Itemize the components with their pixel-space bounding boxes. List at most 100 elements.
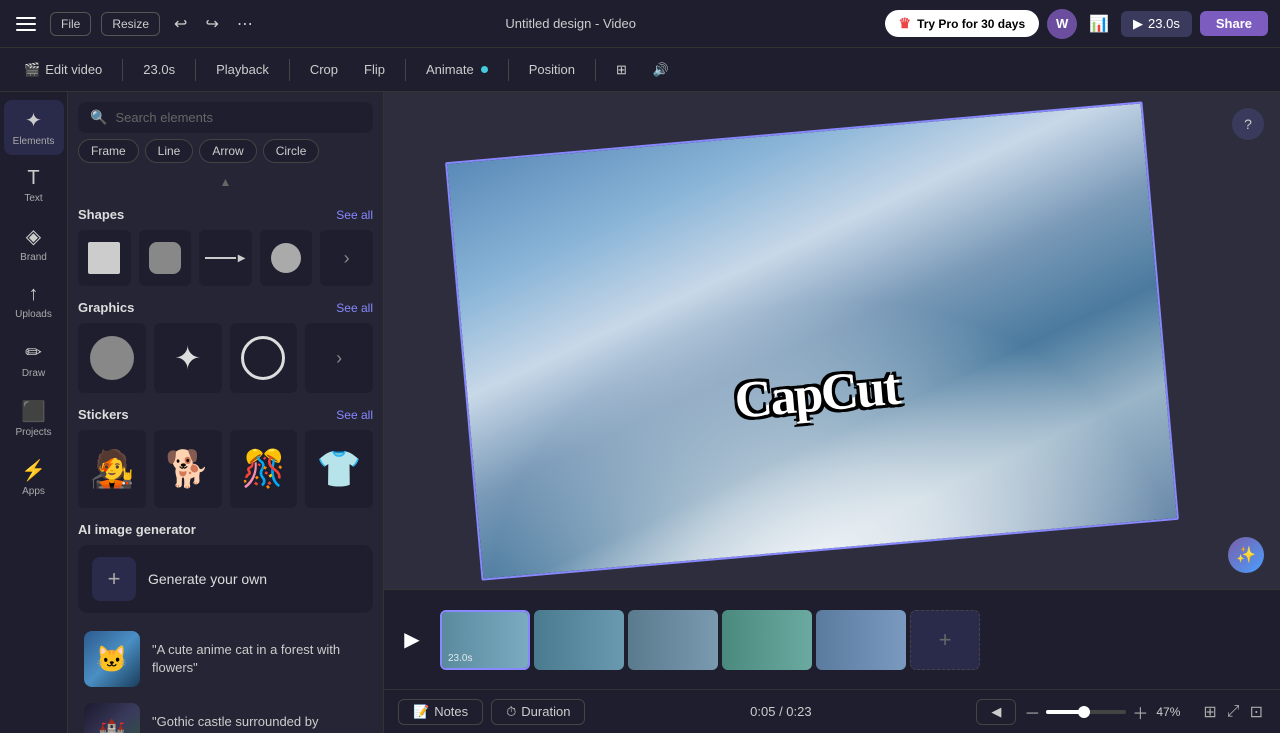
stickers-see-all[interactable]: See all — [336, 408, 373, 422]
graphics-see-all[interactable]: See all — [336, 301, 373, 315]
sidebar-item-brand[interactable]: ◈ Brand — [4, 216, 64, 271]
hide-panel-button[interactable]: ◀ — [976, 699, 1016, 725]
toolbar-divider-6 — [595, 59, 596, 81]
file-menu-button[interactable]: File — [50, 12, 91, 36]
panel-scroll-up[interactable]: ▲ — [68, 171, 383, 193]
sidebar-item-projects[interactable]: ⬛ Projects — [4, 391, 64, 446]
more-canvas-button[interactable]: ··· — [821, 101, 851, 110]
copy-button[interactable]: ⧉ — [731, 101, 756, 118]
delete-button[interactable]: 🗑 — [772, 101, 806, 115]
graphic-star[interactable]: ✦ — [154, 323, 222, 393]
search-box[interactable]: 🔍 — [78, 102, 373, 133]
zoom-slider-thumb[interactable] — [1078, 706, 1090, 718]
zoom-out-button[interactable]: － — [1024, 700, 1040, 724]
sidebar-item-draw[interactable]: ✏ Draw — [4, 332, 64, 387]
ai-example-cat[interactable]: 🐱 "A cute anime cat in a forest with flo… — [78, 623, 373, 695]
help-button[interactable]: ? — [1232, 108, 1264, 140]
shapes-see-all[interactable]: See all — [336, 208, 373, 222]
undo-button[interactable]: ↩ — [170, 10, 191, 38]
timeline-play-button[interactable]: ▶ — [394, 622, 430, 658]
shape-circle-item[interactable] — [260, 230, 313, 286]
graphic-more[interactable]: › — [305, 323, 373, 393]
graphics-section-header: Graphics See all — [78, 300, 373, 315]
filter-frame[interactable]: Frame — [78, 139, 139, 163]
edit-video-button[interactable]: 🎬 Edit video — [14, 57, 112, 83]
track-segment-3[interactable] — [628, 610, 718, 670]
track-segment-5[interactable] — [816, 610, 906, 670]
graphic-circle-outline[interactable] — [230, 323, 298, 393]
canvas-viewport[interactable]: CapCut ⧉ 🗑 ··· ? ✨ — [384, 92, 1280, 589]
zoom-controls: － ＋ — [1024, 700, 1148, 724]
more-options-button[interactable]: ⋯ — [233, 10, 257, 38]
duration-toolbar-button[interactable]: 23.0s — [133, 57, 185, 82]
search-input[interactable] — [115, 110, 361, 125]
sidebar-item-text[interactable]: T Text — [4, 159, 64, 212]
try-pro-button[interactable]: ♛ Try Pro for 30 days — [885, 10, 1040, 37]
shapes-section-header: Shapes See all — [78, 207, 373, 222]
timer-button[interactable]: ▶ 23.0s — [1121, 11, 1192, 37]
fit-view-button[interactable]: ⤢ — [1224, 699, 1243, 725]
resize-button[interactable]: Resize — [101, 12, 160, 36]
track-segment-4[interactable] — [722, 610, 812, 670]
filter-circle[interactable]: Circle — [263, 139, 320, 163]
filter-arrow[interactable]: Arrow — [199, 139, 256, 163]
sidebar-item-uploads[interactable]: ↑ Uploads — [4, 275, 64, 328]
animate-button[interactable]: Animate — [416, 57, 498, 82]
graphic-circle-solid[interactable] — [78, 323, 146, 393]
filter-line[interactable]: Line — [145, 139, 194, 163]
stickers-section-header: Stickers See all — [78, 407, 373, 422]
zoom-in-button[interactable]: ＋ — [1132, 700, 1148, 724]
audio-button[interactable]: 🔊 — [643, 57, 679, 83]
position-button[interactable]: Position — [519, 57, 585, 82]
shape-line-item[interactable]: ▶ — [199, 230, 252, 286]
ai-generate-button[interactable]: + Generate your own — [78, 545, 373, 613]
duration-button[interactable]: ⏱ Duration — [491, 699, 585, 725]
track-segment-2[interactable] — [534, 610, 624, 670]
track-thumb-4 — [722, 610, 812, 670]
shape-more-item[interactable]: › — [320, 230, 373, 286]
ai-title: AI image generator — [78, 522, 196, 537]
rounded-shape — [149, 242, 181, 274]
sidebar-item-apps[interactable]: ⚡ Apps — [4, 450, 64, 505]
sticker-person[interactable]: 🧑‍🎤 — [78, 430, 146, 508]
brand-icon: ◈ — [26, 224, 41, 249]
projects-icon: ⬛ — [21, 399, 46, 424]
flip-button[interactable]: Flip — [354, 57, 395, 82]
track-time-label: 23.0s — [448, 653, 472, 664]
ai-fab-button[interactable]: ✨ — [1228, 537, 1264, 573]
ai-example-castle[interactable]: 🏰 "Gothic castle surrounded by dinosaurs… — [78, 695, 373, 733]
video-frame[interactable]: CapCut ⧉ 🗑 ··· — [445, 101, 1179, 580]
ai-thumb-castle: 🏰 — [84, 703, 140, 733]
checkered-button[interactable]: ⊞ — [606, 57, 637, 83]
redo-button[interactable]: ↪ — [201, 10, 222, 38]
timeline-play-area: ▶ — [384, 622, 440, 658]
sticker-shirt[interactable]: 👕 — [305, 430, 373, 508]
sticker-balloons[interactable]: 🎊 — [230, 430, 298, 508]
canvas-content: CapCut ⧉ 🗑 ··· — [442, 111, 1222, 571]
notes-button[interactable]: 📝 Notes — [398, 699, 483, 725]
menu-icon[interactable] — [12, 10, 40, 38]
add-track-button[interactable]: + — [910, 610, 980, 670]
present-view-button[interactable]: ⊡ — [1247, 699, 1266, 725]
chevron-up-icon: ▲ — [220, 175, 232, 189]
grid-view-button[interactable]: ⊞ — [1200, 699, 1219, 725]
playback-button[interactable]: Playback — [206, 57, 279, 82]
shape-rounded-item[interactable] — [139, 230, 192, 286]
toolbar-divider — [122, 59, 123, 81]
main-content: ✦ Elements T Text ◈ Brand ↑ Uploads ✏ Dr… — [0, 92, 1280, 733]
sidebar-label-uploads: Uploads — [15, 309, 52, 320]
zoom-slider[interactable] — [1046, 710, 1126, 714]
video-icon: 🎬 — [24, 62, 40, 78]
share-button[interactable]: Share — [1200, 11, 1268, 36]
crop-button[interactable]: Crop — [300, 57, 348, 82]
timeline-area: ▶ 23.0s — [384, 589, 1280, 689]
ai-cat-text: "A cute anime cat in a forest with flowe… — [152, 641, 367, 677]
graphics-grid: ✦ › — [78, 323, 373, 393]
user-avatar[interactable]: W — [1047, 9, 1077, 39]
sticker-dog[interactable]: 🐕 — [154, 430, 222, 508]
track-segment-1[interactable]: 23.0s — [440, 610, 530, 670]
sidebar-item-elements[interactable]: ✦ Elements — [4, 100, 64, 155]
shape-square-item[interactable] — [78, 230, 131, 286]
canvas-area: CapCut ⧉ 🗑 ··· ? ✨ — [384, 92, 1280, 733]
analytics-icon[interactable]: 📊 — [1085, 10, 1113, 38]
